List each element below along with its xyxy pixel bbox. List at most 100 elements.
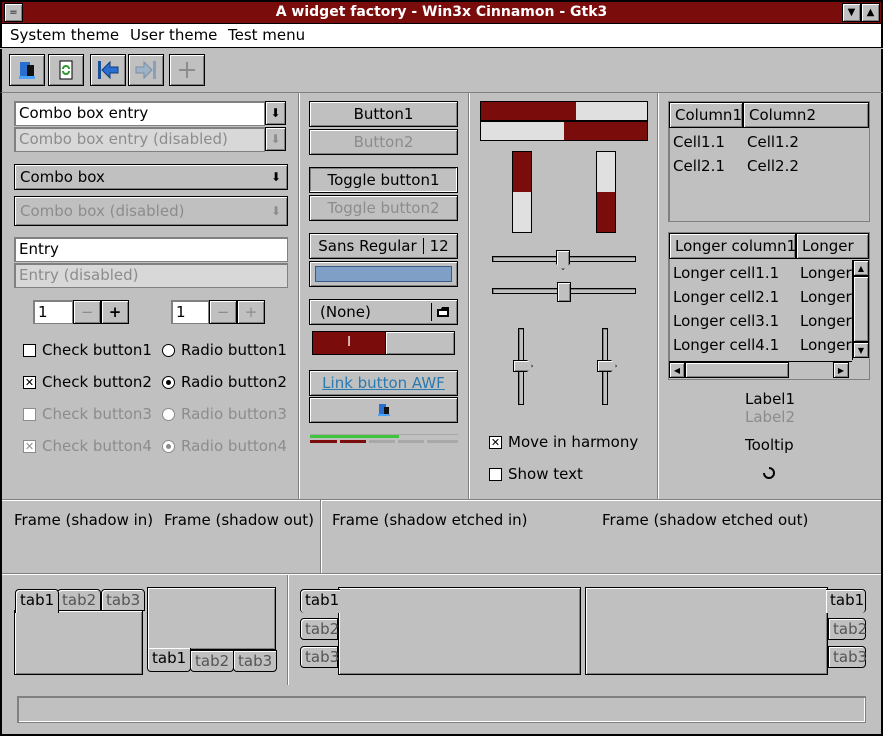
progress-fill (513, 152, 531, 192)
folder-icon (431, 303, 453, 321)
check-button-2[interactable]: ✕ (23, 376, 36, 389)
check-button-3 (23, 408, 36, 421)
menu-test-menu[interactable]: Test menu (228, 26, 305, 44)
tree2-header-column1[interactable]: Longer column1 (669, 233, 796, 259)
button-1[interactable]: Button1 (309, 101, 458, 127)
tree2-cell[interactable]: Longer (800, 264, 852, 282)
progress-bar-horizontal-1 (480, 101, 648, 121)
radio-button-2[interactable] (162, 376, 175, 389)
toggle-button-2: Toggle button2 (309, 195, 458, 221)
spin-button-1-minus: − (73, 300, 101, 324)
arrow-down-icon: ⬇ (270, 204, 281, 218)
tree1-cell[interactable]: Cell2.1 (673, 157, 725, 175)
font-size: 12 (429, 237, 449, 255)
radio-button-1[interactable] (162, 344, 175, 357)
tab-bottom-tab1[interactable]: tab1 (147, 648, 192, 672)
tree1-cell[interactable]: Cell2.2 (747, 157, 799, 175)
show-text-label[interactable]: Show text (508, 465, 583, 483)
slider-vertical-2-thumb[interactable] (597, 360, 617, 372)
tree1-cell[interactable]: Cell1.2 (747, 133, 799, 151)
check-button-4: ✕ (23, 440, 36, 453)
radio-button-4 (162, 440, 175, 453)
tab-top-tab3[interactable]: tab3 (101, 589, 146, 611)
check-button-1[interactable] (23, 344, 36, 357)
horizontal-scrollbar[interactable]: ◀ ▶ (669, 361, 852, 379)
spin-button-1-value[interactable]: 1 (33, 300, 73, 324)
tab-bottom-tab2[interactable]: tab2 (190, 650, 235, 672)
tree2-cell[interactable]: Longer cell2.1 (673, 288, 779, 306)
level-segment (398, 440, 424, 443)
scroll-left-icon[interactable]: ◀ (669, 362, 685, 378)
tab-right-tab3[interactable]: tab3 (828, 646, 867, 668)
minimize-button[interactable]: ▼ (842, 3, 861, 22)
slider-horizontal-2-thumb[interactable] (557, 282, 571, 302)
icon-button[interactable] (309, 397, 458, 423)
title-bar: = A widget factory - Win3x Cinnamon - Gt… (0, 0, 883, 24)
combo-entry-arrow[interactable]: ⬇ (265, 101, 286, 125)
move-in-harmony-check[interactable]: ✕ (489, 436, 502, 449)
tab-left-tab3[interactable]: tab3 (300, 646, 339, 668)
tree2-cell[interactable]: Longer (800, 336, 852, 354)
tree2-cell[interactable]: Longer (800, 312, 852, 330)
separator (2, 499, 881, 501)
notebook-left-pane (338, 587, 581, 675)
scroll-up-icon[interactable]: ▲ (853, 260, 869, 276)
menu-user-theme[interactable]: User theme (130, 26, 217, 44)
font-button[interactable]: Sans Regular 12 (309, 233, 458, 259)
link-button[interactable]: Link button AWF (309, 370, 458, 396)
color-button[interactable] (309, 261, 458, 287)
tree-view-2[interactable]: Longer column1 Longer Longer cell1.1 Lon… (668, 232, 870, 380)
menu-bar: System theme User theme Test menu (0, 24, 883, 48)
open-button[interactable] (9, 54, 45, 86)
tab-left-tab1[interactable]: tab1 (300, 589, 340, 613)
tree-view-1[interactable]: Column1 Column2 Cell1.1 Cell1.2 Cell2.1 … (668, 101, 870, 222)
slider-horizontal-1-thumb[interactable] (556, 250, 570, 270)
progress-bar-vertical-2 (596, 151, 616, 233)
switch[interactable]: I (312, 331, 455, 355)
move-in-harmony-label[interactable]: Move in harmony (508, 433, 638, 451)
tree2-cell[interactable]: Longer cell4.1 (673, 336, 779, 354)
scroll-right-icon[interactable]: ▶ (833, 362, 849, 378)
tab-right-tab2[interactable]: tab2 (828, 618, 867, 640)
scroll-down-icon[interactable]: ▼ (853, 342, 869, 358)
notebook-right-pane (585, 587, 828, 675)
scroll-thumb-horizontal[interactable] (685, 362, 789, 378)
label-2: Label2 (745, 408, 796, 426)
toggle-button-1[interactable]: Toggle button1 (309, 167, 458, 193)
radio-button-1-label[interactable]: Radio button1 (181, 341, 287, 359)
radio-button-2-label[interactable]: Radio button2 (181, 373, 287, 391)
back-button[interactable] (90, 54, 126, 86)
tab-bottom-tab3[interactable]: tab3 (233, 650, 278, 672)
tab-top-tab2[interactable]: tab2 (57, 589, 102, 611)
vertical-scrollbar[interactable]: ▲ ▼ (852, 260, 869, 360)
slider-vertical-1-thumb[interactable] (513, 360, 533, 372)
tree1-cell[interactable]: Cell1.1 (673, 133, 725, 151)
show-text-check[interactable] (489, 468, 502, 481)
add-button[interactable] (169, 54, 205, 86)
scroll-thumb-vertical[interactable] (853, 276, 869, 342)
combo-box[interactable]: Combo box ⬇ (14, 164, 288, 190)
tree2-cell[interactable]: Longer (800, 288, 852, 306)
tree2-cell[interactable]: Longer cell1.1 (673, 264, 779, 282)
menu-system-theme[interactable]: System theme (10, 26, 119, 44)
entry-field[interactable]: Entry (14, 237, 288, 262)
tree2-header-column2[interactable]: Longer (796, 233, 869, 259)
tab-top-tab1[interactable]: tab1 (15, 589, 60, 613)
maximize-button[interactable]: ▲ (861, 3, 880, 22)
combo-entry-disabled-field: Combo box entry (disabled) (14, 127, 265, 152)
tree1-header-column1[interactable]: Column1 (669, 102, 743, 128)
tree2-cell[interactable]: Longer cell3.1 (673, 312, 779, 330)
file-chooser-button[interactable]: (None) (309, 299, 458, 325)
check-button-2-label[interactable]: Check button2 (42, 373, 152, 391)
tab-left-tab2[interactable]: tab2 (300, 618, 339, 640)
tree1-header-column2[interactable]: Column2 (743, 102, 869, 128)
progress-bar-vertical-1 (512, 151, 532, 233)
spin-button-1-plus[interactable]: + (101, 300, 129, 324)
window-border-left (0, 93, 2, 736)
switch-handle[interactable] (385, 332, 454, 354)
forward-button[interactable] (128, 54, 164, 86)
tab-right-tab1[interactable]: tab1 (826, 589, 866, 613)
combo-entry-field[interactable]: Combo box entry (14, 101, 265, 126)
refresh-button[interactable] (48, 54, 84, 86)
check-button-1-label[interactable]: Check button1 (42, 341, 152, 359)
